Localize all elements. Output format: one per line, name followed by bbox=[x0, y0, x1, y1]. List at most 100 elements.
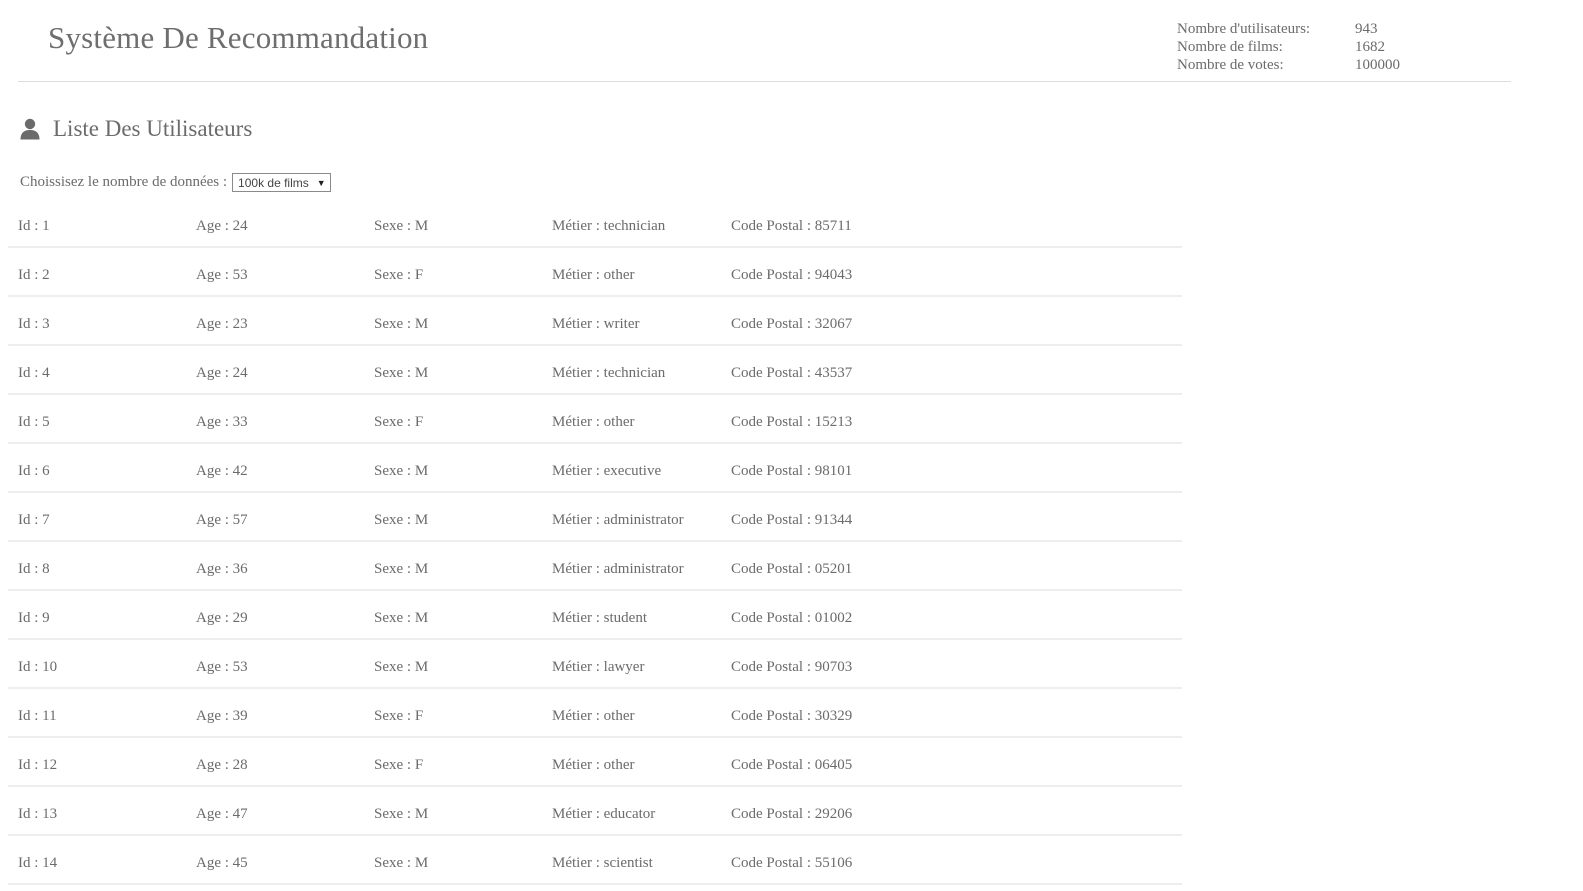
user-age: Age : 57 bbox=[196, 512, 248, 528]
user-id: Id : 13 bbox=[18, 806, 58, 822]
user-id: Id : 14 bbox=[18, 855, 58, 871]
user-age: Age : 33 bbox=[196, 414, 248, 430]
user-sexe: Sexe : M bbox=[374, 218, 429, 234]
user-age: Age : 53 bbox=[196, 659, 248, 675]
list-item: Id : 12 Age : 28 Sexe : F Métier : other Cod… bbox=[8, 738, 1182, 787]
user-metier: Métier : administrator bbox=[552, 512, 684, 528]
user-age: Age : 24 bbox=[196, 218, 248, 234]
user-code-postal: Code Postal : 98101 bbox=[731, 463, 853, 479]
user-id: Id : 6 bbox=[18, 463, 50, 479]
user-code-postal: Code Postal : 94043 bbox=[731, 267, 853, 283]
list-item: Id : 2 Age : 53 Sexe : F Métier : other Code… bbox=[8, 248, 1182, 297]
dataset-stats: Nombre d'utilisateurs: 943 Nombre de fil… bbox=[1177, 20, 1400, 74]
user-code-postal: Code Postal : 05201 bbox=[731, 561, 853, 577]
list-item: Id : 10 Age : 53 Sexe : M Métier : lawyer Co… bbox=[8, 640, 1182, 689]
list-item: Id : 11 Age : 39 Sexe : F Métier : other Cod… bbox=[8, 689, 1182, 738]
list-item: Id : 6 Age : 42 Sexe : M Métier : executive… bbox=[8, 444, 1182, 493]
user-metier: Métier : technician bbox=[552, 218, 666, 234]
list-item: Id : 5 Age : 33 Sexe : F Métier : other Code… bbox=[8, 395, 1182, 444]
user-sexe: Sexe : F bbox=[374, 757, 424, 773]
user-id: Id : 4 bbox=[18, 365, 50, 381]
stat-votes: Nombre de votes: 100000 bbox=[1177, 56, 1400, 74]
user-icon bbox=[20, 118, 40, 140]
user-sexe: Sexe : F bbox=[374, 414, 424, 430]
stat-users: Nombre d'utilisateurs: 943 bbox=[1177, 20, 1400, 38]
user-metier: Métier : educator bbox=[552, 806, 656, 822]
user-metier: Métier : scientist bbox=[552, 855, 653, 871]
user-code-postal: Code Postal : 90703 bbox=[731, 659, 853, 675]
user-code-postal: Code Postal : 06405 bbox=[731, 757, 853, 773]
list-item: Id : 1 Age : 24 Sexe : M Métier : technicia… bbox=[8, 199, 1182, 248]
user-code-postal: Code Postal : 43537 bbox=[731, 365, 853, 381]
dropdown-arrow-icon: ▼ bbox=[316, 177, 326, 188]
user-sexe: Sexe : M bbox=[374, 512, 429, 528]
stat-value: 100000 bbox=[1355, 57, 1400, 73]
list-item: Id : 4 Age : 24 Sexe : M Métier : technicia… bbox=[8, 346, 1182, 395]
user-metier: Métier : other bbox=[552, 757, 635, 773]
user-metier: Métier : administrator bbox=[552, 561, 684, 577]
page-title: Système De Recommandation bbox=[48, 20, 429, 55]
user-age: Age : 24 bbox=[196, 365, 248, 381]
user-age: Age : 28 bbox=[196, 757, 248, 773]
user-age: Age : 53 bbox=[196, 267, 248, 283]
user-age: Age : 45 bbox=[196, 855, 248, 871]
user-age: Age : 23 bbox=[196, 316, 248, 332]
user-code-postal: Code Postal : 32067 bbox=[731, 316, 853, 332]
user-sexe: Sexe : M bbox=[374, 316, 429, 332]
user-sexe: Sexe : F bbox=[374, 267, 424, 283]
user-age: Age : 29 bbox=[196, 610, 248, 626]
user-code-postal: Code Postal : 30329 bbox=[731, 708, 853, 724]
stat-value: 943 bbox=[1355, 21, 1378, 37]
user-code-postal: Code Postal : 55106 bbox=[731, 855, 853, 871]
user-code-postal: Code Postal : 85711 bbox=[731, 218, 852, 234]
user-id: Id : 12 bbox=[18, 757, 58, 773]
stat-films: Nombre de films: 1682 bbox=[1177, 38, 1400, 56]
user-metier: Métier : other bbox=[552, 414, 635, 430]
user-id: Id : 5 bbox=[18, 414, 50, 430]
list-item: Id : 13 Age : 47 Sexe : M Métier : educator… bbox=[8, 787, 1182, 836]
user-code-postal: Code Postal : 29206 bbox=[731, 806, 853, 822]
user-age: Age : 36 bbox=[196, 561, 248, 577]
list-item: Id : 14 Age : 45 Sexe : M Métier : scientis… bbox=[8, 836, 1182, 885]
user-list: Id : 1 Age : 24 Sexe : M Métier : technicia… bbox=[8, 199, 1182, 885]
user-metier: Métier : executive bbox=[552, 463, 662, 479]
header-divider bbox=[18, 81, 1511, 82]
list-item: Id : 3 Age : 23 Sexe : M Métier : writer Cod… bbox=[8, 297, 1182, 346]
data-size-selector: Choissisez le nombre de données : 100k d… bbox=[20, 173, 331, 192]
user-metier: Métier : student bbox=[552, 610, 647, 626]
user-sexe: Sexe : M bbox=[374, 855, 429, 871]
user-sexe: Sexe : M bbox=[374, 659, 429, 675]
user-metier: Métier : technician bbox=[552, 365, 666, 381]
user-sexe: Sexe : M bbox=[374, 561, 429, 577]
user-id: Id : 11 bbox=[18, 708, 57, 724]
user-id: Id : 10 bbox=[18, 659, 58, 675]
data-size-label: Choissisez le nombre de données : bbox=[20, 174, 228, 190]
select-value: 100k de films bbox=[238, 175, 309, 190]
user-sexe: Sexe : M bbox=[374, 365, 429, 381]
stat-label: Nombre d'utilisateurs: bbox=[1177, 21, 1311, 37]
section-header: Liste Des Utilisateurs bbox=[20, 116, 252, 142]
user-metier: Métier : writer bbox=[552, 316, 640, 332]
list-item: Id : 9 Age : 29 Sexe : M Métier : student Co… bbox=[8, 591, 1182, 640]
user-age: Age : 47 bbox=[196, 806, 248, 822]
user-id: Id : 2 bbox=[18, 267, 50, 283]
user-age: Age : 42 bbox=[196, 463, 248, 479]
user-id: Id : 9 bbox=[18, 610, 50, 626]
list-item: Id : 8 Age : 36 Sexe : M Métier : administr… bbox=[8, 542, 1182, 591]
section-title: Liste Des Utilisateurs bbox=[53, 116, 253, 141]
user-age: Age : 39 bbox=[196, 708, 248, 724]
user-sexe: Sexe : M bbox=[374, 610, 429, 626]
list-item: Id : 7 Age : 57 Sexe : M Métier : administr… bbox=[8, 493, 1182, 542]
user-metier: Métier : lawyer bbox=[552, 659, 645, 675]
user-sexe: Sexe : M bbox=[374, 463, 429, 479]
stat-label: Nombre de films: bbox=[1177, 39, 1283, 55]
user-id: Id : 8 bbox=[18, 561, 50, 577]
data-size-select[interactable]: 100k de films ▼ bbox=[232, 173, 331, 192]
user-metier: Métier : other bbox=[552, 267, 635, 283]
user-id: Id : 1 bbox=[18, 218, 50, 234]
user-id: Id : 7 bbox=[18, 512, 50, 528]
user-code-postal: Code Postal : 01002 bbox=[731, 610, 853, 626]
page: Système De Recommandation Nombre d'utili… bbox=[0, 0, 1583, 891]
user-sexe: Sexe : F bbox=[374, 708, 424, 724]
stat-value: 1682 bbox=[1355, 39, 1385, 55]
